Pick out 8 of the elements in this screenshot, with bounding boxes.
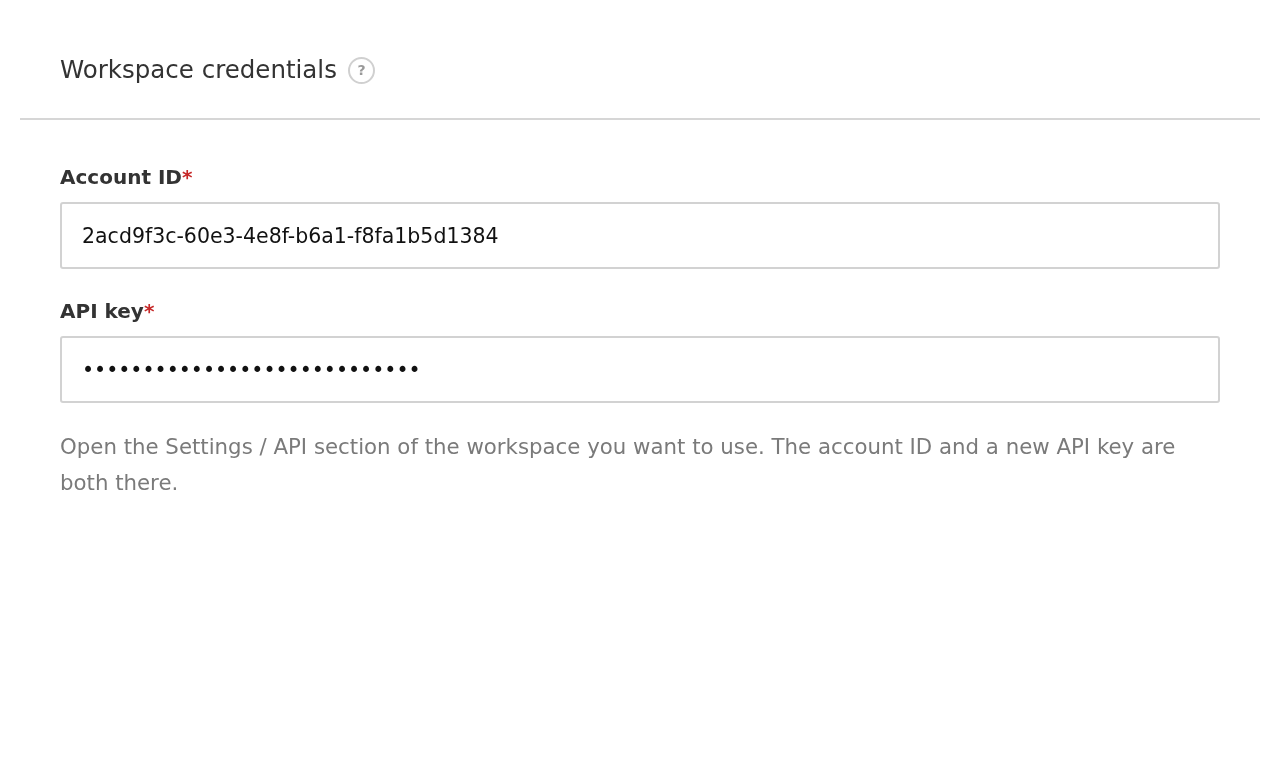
help-text: Open the Settings / API section of the workspace you want to use. The account ID and a new API key are both there. (60, 433, 1177, 497)
field-label: Account ID (60, 164, 182, 191)
input-field[interactable]: 2acd9f3c-60e3-4e8f-b6a1-f8fa1b5d1384 (60, 202, 1220, 269)
section-title: Workspace credentials (60, 54, 337, 86)
input-field[interactable]: •••••••••••••••••••••••••••• (60, 336, 1220, 403)
required-mark: * (143, 298, 155, 325)
required-mark: * (182, 164, 193, 191)
field-label: API key (60, 298, 144, 325)
